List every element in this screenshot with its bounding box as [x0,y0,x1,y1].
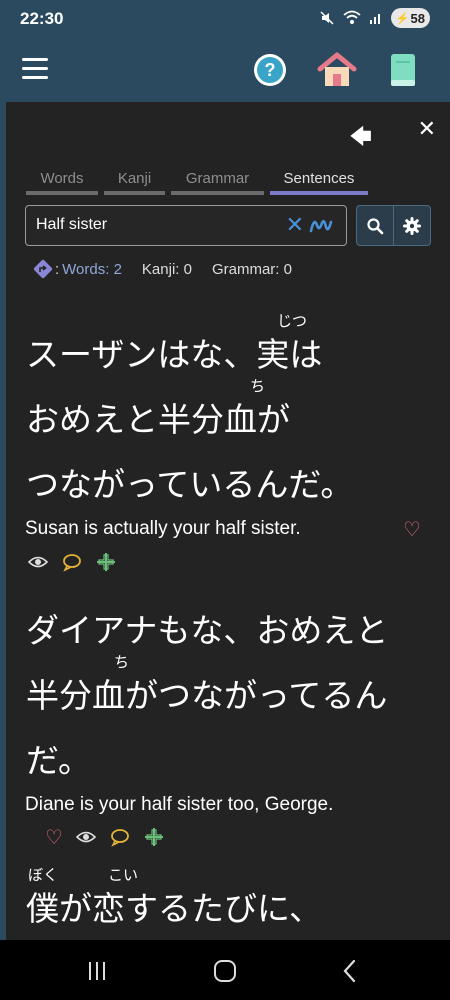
add-icon[interactable] [143,827,165,847]
sentence-translation: Diane is your half sister too, George. [25,794,334,815]
sentence-line-text: スーザンはな、実は [26,335,323,374]
comment-icon[interactable] [109,827,131,847]
furigana: ち [250,377,266,395]
sentence-line: ダイアナもな、おめえと [26,614,388,647]
sentence-item: スーザンはな、実は じつ おめえと半分血が ち つながっているんだ。 [26,314,353,502]
signal-icon [369,14,380,24]
mute-icon [320,11,334,25]
sentence-item: ダイアナもな、おめえと 半分血がつながってるん ち だ。 [26,614,388,777]
settings-button[interactable] [394,206,430,245]
system-nav-bar [0,940,450,1000]
book-icon[interactable] [389,52,417,88]
battery-level: 58 [410,10,425,26]
furigana: じつ [277,312,308,330]
result-counts: : Words: 2 Kanji: 0 Grammar: 0 [33,259,292,279]
search-actions [356,205,431,246]
sentence-line-text: 半分血がつながってるん [26,676,388,715]
tab-sentences[interactable]: Sentences [270,170,368,195]
eye-icon[interactable] [27,552,49,572]
tabs: Words Kanji Grammar Sentences [26,170,368,195]
furigana: ぼく [28,866,59,884]
close-icon[interactable]: ✕ [418,117,436,142]
panel: 🡄 ✕ Words Kanji Grammar Sentences Half s… [6,102,450,940]
search-input[interactable]: Half sister ✕ [25,205,347,246]
grammar-count: Grammar: 0 [211,260,292,278]
recents-button[interactable] [89,962,105,980]
sentence-line: だ。 [26,744,388,777]
charging-icon: ⚡ [395,12,410,25]
search-input-value: Half sister [36,216,108,233]
heart-icon[interactable]: ♡ [403,517,421,541]
help-icon[interactable]: ? [254,54,286,86]
sentence-line-text: つながっているんだ。 [26,465,354,504]
sentence-line: 半分血がつながってるん ち [26,655,388,715]
furigana: ち [114,653,130,671]
status-icons: ⚡ 58 [319,8,430,28]
search-icon [367,217,384,234]
comment-icon[interactable] [61,552,83,572]
search-button[interactable] [357,206,394,245]
route-icon[interactable] [33,259,53,279]
menu-icon[interactable] [22,58,48,80]
sentence-actions: ♡ [45,827,165,847]
sentence-line: おめえと半分血が ち [26,379,353,439]
sentence-actions [27,552,117,572]
sentence-line: つながっているんだ。 [26,468,353,501]
gear-icon [403,216,421,235]
heart-icon[interactable]: ♡ [45,827,63,847]
sentence-line-text: おめえと半分血が [26,400,290,439]
clear-icon[interactable]: ✕ [286,213,304,238]
tab-grammar[interactable]: Grammar [171,170,264,195]
status-bar: 22:30 ⚡ 58 [0,0,450,38]
sentence-line-text: ダイアナもな、おめえと [26,611,389,650]
handwriting-icon[interactable] [308,213,334,239]
tab-words[interactable]: Words [26,170,98,195]
furigana: こい [108,866,139,884]
back-arrow-icon[interactable]: 🡄 [349,120,372,158]
kanji-count: Kanji: 0 [141,260,192,278]
sentence-line: 僕が恋するたびに、 ぼく こい [26,868,323,928]
words-count[interactable]: Words: 2 [62,261,122,278]
sentence-translation: Susan is actually your half sister. [25,518,301,539]
tab-kanji[interactable]: Kanji [104,170,165,195]
home-button[interactable] [214,960,236,982]
wifi-icon [343,10,361,24]
sentence-line-text: だ。 [26,741,92,780]
status-time: 22:30 [20,9,64,28]
home-icon[interactable] [317,52,357,88]
sentence-line: スーザンはな、実は じつ [26,314,353,374]
eye-icon[interactable] [75,827,97,847]
sentence-item: 僕が恋するたびに、 ぼく こい [26,868,323,928]
back-button[interactable] [342,959,356,983]
app-bar: ? [0,38,450,102]
battery-indicator: ⚡ 58 [390,8,430,28]
add-icon[interactable] [95,552,117,572]
sentence-line-text: 僕が恋するたびに、 [26,889,323,928]
